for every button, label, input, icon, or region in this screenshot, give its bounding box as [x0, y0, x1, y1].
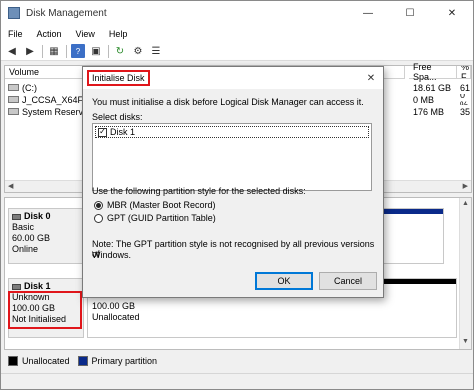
title-bar: Disk Management — ☐ ✕ — [1, 1, 473, 25]
refresh-icon[interactable]: ↻ — [113, 44, 127, 58]
gpt-note-line-1: Note: The GPT partition style is not rec… — [92, 239, 375, 259]
disk-0-title: Disk 0 — [24, 211, 51, 221]
column-header-free-space[interactable]: Free Spa... — [409, 62, 457, 82]
back-arrow-icon[interactable]: ◀ — [5, 44, 19, 58]
toolbar-separator — [66, 44, 67, 58]
dialog-title: Initialise Disk — [87, 70, 150, 86]
forward-arrow-icon[interactable]: ▶ — [23, 44, 37, 58]
disk-unknown-icon — [12, 283, 21, 290]
partition-style-label: Use the following partition style for th… — [92, 186, 306, 196]
menu-bar: File Action View Help — [1, 25, 473, 42]
maximize-button[interactable]: ☐ — [395, 1, 425, 25]
highlight-box-disk-status — [8, 291, 82, 329]
dialog-message: You must initialise a disk before Logica… — [92, 97, 364, 107]
legend-unallocated: Unallocated — [22, 356, 70, 366]
disk-0-status: Online — [12, 244, 39, 254]
settings-list-icon[interactable]: ☰ — [149, 44, 163, 58]
menu-action[interactable]: Action — [30, 29, 69, 39]
status-bar — [1, 373, 473, 389]
table-row[interactable]: (C:) — [8, 82, 37, 93]
initialise-disk-dialog: Initialise Disk ✕ You must initialise a … — [82, 66, 384, 298]
cancel-button[interactable]: Cancel — [319, 272, 377, 290]
percent-free-value: 0 % — [460, 94, 469, 105]
dialog-title-bar: Initialise Disk ✕ — [83, 67, 383, 89]
rescan-disks-icon[interactable]: ⚙ — [131, 44, 145, 58]
toolbar-separator — [108, 44, 109, 58]
help-icon[interactable]: ? — [71, 44, 85, 58]
unallocated-status: Unallocated — [92, 312, 140, 322]
scroll-left-icon[interactable]: ◀ — [8, 182, 13, 190]
menu-file[interactable]: File — [1, 29, 30, 39]
list-item[interactable]: ✓ Disk 1 — [95, 126, 369, 138]
mbr-option[interactable]: MBR (Master Boot Record) — [94, 200, 216, 210]
ok-button[interactable]: OK — [255, 272, 313, 290]
dialog-close-icon[interactable]: ✕ — [363, 70, 379, 86]
primary-partition-swatch — [77, 356, 88, 366]
disk-1-checkbox[interactable]: ✓ — [98, 127, 107, 137]
disk-0-size: 60.00 GB — [12, 233, 51, 243]
column-header-percent-free[interactable]: % F — [457, 66, 471, 79]
free-space-value: 176 MB — [413, 106, 445, 117]
toolbar: ◀ ▶ ▦ ? ▣ ↻ ⚙ ☰ — [1, 42, 473, 61]
gpt-radio[interactable] — [94, 213, 103, 223]
menu-help[interactable]: Help — [102, 29, 135, 39]
mbr-radio[interactable] — [94, 200, 103, 210]
volume-name: (C:) — [22, 82, 37, 93]
table-row[interactable]: System Reserved — [8, 106, 93, 117]
disk-select-list[interactable]: ✓ Disk 1 — [92, 123, 372, 191]
unallocated-size: 100.00 GB — [92, 301, 136, 311]
percent-free-value: 61 — [460, 82, 471, 93]
minimize-button[interactable]: — — [353, 1, 383, 25]
show-hide-icon[interactable]: ▣ — [89, 44, 103, 58]
scroll-up-icon[interactable]: ▲ — [462, 200, 469, 207]
disk-icon — [12, 213, 21, 220]
legend-bar: Unallocated Primary partition — [4, 353, 472, 369]
free-space-value: 18.61 GB — [413, 82, 452, 93]
disk-0-label[interactable]: Disk 0 Basic 60.00 GB Online — [8, 208, 84, 264]
disk-management-app-icon — [8, 7, 20, 19]
drive-icon — [8, 84, 19, 91]
percent-free-value: 35 — [460, 106, 471, 117]
properties-icon[interactable]: ▦ — [47, 44, 61, 58]
gpt-option[interactable]: GPT (GUID Partition Table) — [94, 213, 216, 223]
legend-primary-partition: Primary partition — [91, 356, 158, 366]
select-disks-label: Select disks: — [92, 112, 143, 122]
window-title: Disk Management — [26, 7, 107, 19]
scroll-right-icon[interactable]: ▶ — [463, 182, 468, 190]
gpt-note-line-2: Windows. — [92, 250, 132, 260]
free-space-value: 0 MB — [413, 94, 435, 105]
mbr-label: MBR (Master Boot Record) — [107, 200, 216, 210]
gpt-label: GPT (GUID Partition Table) — [107, 213, 216, 223]
vertical-scrollbar[interactable]: ▲ ▼ — [459, 198, 471, 349]
drive-icon — [8, 108, 19, 115]
unallocated-swatch — [8, 356, 18, 366]
toolbar-separator — [42, 44, 43, 58]
disk-1-option: Disk 1 — [110, 127, 136, 137]
scroll-down-icon[interactable]: ▼ — [462, 338, 469, 345]
menu-view[interactable]: View — [69, 29, 102, 39]
drive-icon — [8, 96, 19, 103]
close-button[interactable]: ✕ — [437, 1, 467, 25]
disk-0-type: Basic — [12, 222, 35, 232]
